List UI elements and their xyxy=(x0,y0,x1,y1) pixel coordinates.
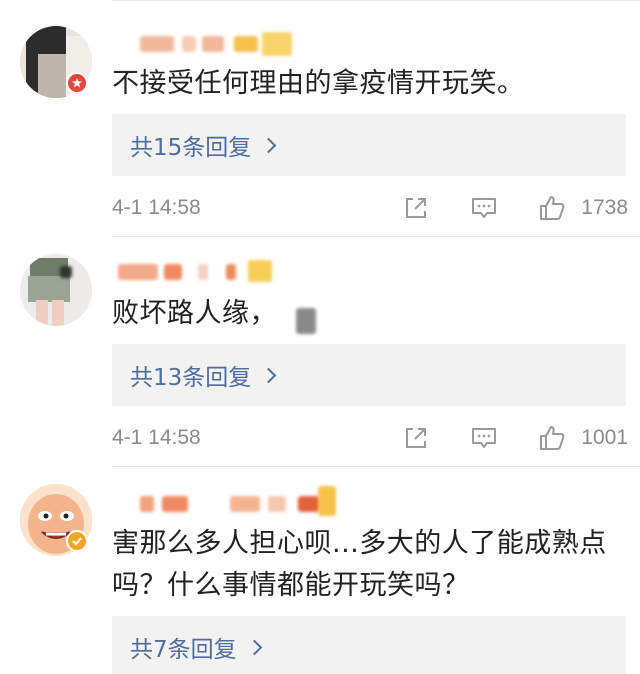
username-obscured[interactable] xyxy=(112,32,312,56)
timestamp: 4-1 14:58 xyxy=(112,426,201,449)
comment-text: 不接受任何理由的拿疫情开玩笑。 xyxy=(112,68,525,99)
replies-label: 共15条回复 xyxy=(130,135,252,161)
avatar[interactable] xyxy=(20,254,92,326)
obscured-emoji xyxy=(296,308,316,334)
share-icon[interactable] xyxy=(402,194,430,222)
username-obscured[interactable] xyxy=(112,486,342,516)
verified-badge-icon xyxy=(66,530,88,552)
comment-text-line-2: 吗？什么事情都能开玩笑吗？ xyxy=(112,570,470,601)
comment-meta: 4-1 14:58 1738 xyxy=(112,194,628,224)
weibo-badge-icon xyxy=(66,72,88,94)
chevron-right-icon xyxy=(261,137,277,154)
comment-icon[interactable] xyxy=(470,424,498,452)
like-count: 1001 xyxy=(581,426,628,449)
view-replies-button[interactable]: 共15条回复 xyxy=(112,114,626,176)
comment-icon[interactable] xyxy=(470,194,498,222)
chevron-right-icon xyxy=(246,639,262,656)
comment-meta: 4-1 14:58 1001 xyxy=(112,424,628,454)
thumbs-up-icon[interactable] xyxy=(538,194,566,222)
comment-text: 败坏路人缘， xyxy=(112,298,277,329)
replies-label: 共7条回复 xyxy=(130,637,237,663)
view-replies-button[interactable]: 共13条回复 xyxy=(112,344,626,406)
view-replies-button[interactable]: 共7条回复 xyxy=(112,616,626,674)
replies-label: 共13条回复 xyxy=(130,365,252,391)
timestamp: 4-1 14:58 xyxy=(112,196,201,219)
comment-text-line-1: 害那么多人担心呗...多大的人了能成熟点 xyxy=(112,528,607,559)
share-icon[interactable] xyxy=(402,424,430,452)
comment-item: 败坏路人缘， 共13条回复 4-1 14:58 1001 xyxy=(0,236,640,466)
avatar-image xyxy=(20,254,92,326)
like-count: 1738 xyxy=(581,196,628,219)
chevron-right-icon xyxy=(261,367,277,384)
comment-item: 害那么多人担心呗...多大的人了能成熟点 吗？什么事情都能开玩笑吗？ 共7条回复 xyxy=(0,466,640,674)
thumbs-up-icon[interactable] xyxy=(538,424,566,452)
username-obscured[interactable] xyxy=(60,260,312,284)
comment-item: 不接受任何理由的拿疫情开玩笑。 共15条回复 4-1 14:58 1738 xyxy=(0,0,640,236)
